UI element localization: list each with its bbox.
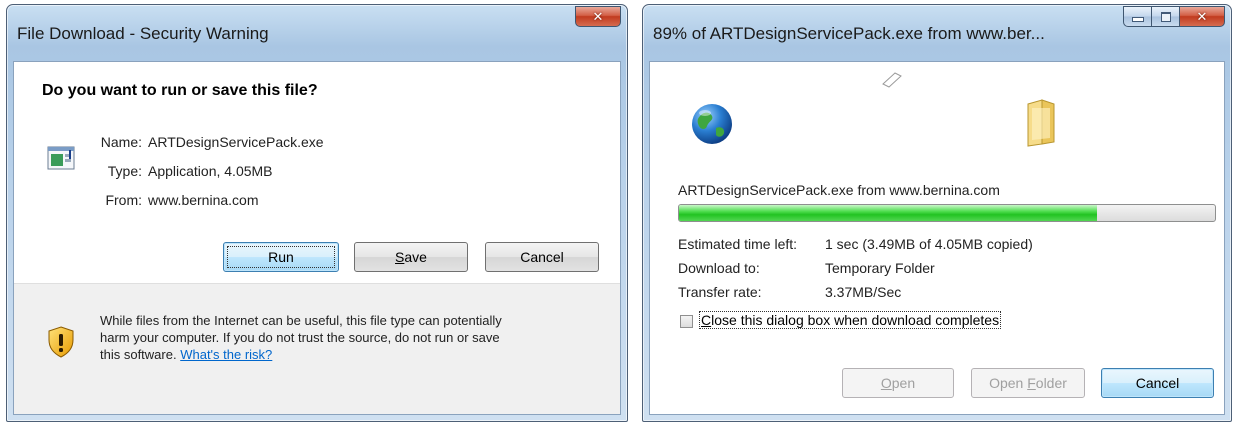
name-label: Name: [100,134,142,150]
whats-the-risk-link[interactable]: What's the risk? [180,347,272,362]
time-left-label: Estimated time left: [678,236,798,252]
flying-document-icon [882,72,902,88]
application-icon [47,146,75,170]
minimize-button[interactable] [1123,6,1151,27]
save-access-key: S [395,249,405,265]
maximize-icon [1160,11,1171,22]
close-icon: ✕ [592,8,604,24]
download-progress-bar [678,204,1216,222]
folder-icon [1027,99,1055,147]
type-label: Type: [107,163,142,179]
download-to-label: Download to: [678,260,760,276]
close-icon: ✕ [1196,8,1208,24]
shield-warning-icon [48,326,74,358]
open-folder-button[interactable]: Open Folder [971,368,1085,398]
warning-message: While files from the Internet can be use… [100,312,510,363]
title-bar[interactable]: 89% of ARTDesignServicePack.exe from www… [643,5,1231,61]
name-value: ARTDesignServicePack.exe [148,134,324,150]
open-access-key: O [880,375,892,391]
caption-buttons: ✕ [1123,6,1225,28]
download-to-value: Temporary Folder [825,260,935,276]
download-progress-window: 89% of ARTDesignServicePack.exe from www… [642,4,1232,422]
progress-fill [679,205,1098,221]
close-button[interactable]: ✕ [575,6,621,27]
title-bar[interactable]: File Download - Security Warning ✕ [7,5,627,61]
open-folder-rest: older [1035,375,1067,391]
warning-area: While files from the Internet can be use… [14,283,620,414]
transfer-rate-value: 3.37MB/Sec [825,284,902,300]
transfer-rate-row: Transfer rate: 3.37MB/Sec [678,284,901,300]
dialog-body: ARTDesignServicePack.exe from www.bernin… [649,61,1225,415]
open-folder-access-key: F [1027,375,1036,391]
open-button[interactable]: Open [842,368,954,398]
security-warning-window: File Download - Security Warning ✕ Do yo… [6,4,628,422]
close-button[interactable]: ✕ [1179,6,1225,27]
time-left-row: Estimated time left: 1 sec (3.49MB of 4.… [678,236,1033,252]
open-label-rest: pen [891,375,916,391]
from-value: www.bernina.com [148,192,259,208]
save-label-rest: ave [404,249,427,265]
window-title: 89% of ARTDesignServicePack.exe from www… [653,24,1045,43]
download-to-row: Download to: Temporary Folder [678,260,935,276]
minimize-icon [1131,17,1144,22]
dialog-body: Do you want to run or save this file? Na… [13,61,621,415]
globe-icon [692,104,732,144]
type-value: Application, 4.05MB [148,163,273,179]
run-button[interactable]: Run [223,242,339,272]
warning-text: While files from the Internet can be use… [100,313,502,362]
question-heading: Do you want to run or save this file? [42,82,318,99]
close-when-done-label[interactable]: Close this dialog box when download comp… [698,311,1002,329]
cancel-download-button[interactable]: Cancel [1101,368,1214,398]
close-label-rest: lose this dialog box when download compl… [711,312,1000,328]
cancel-button[interactable]: Cancel [485,242,599,272]
transfer-rate-label: Transfer rate: [678,284,762,300]
close-access-key: C [701,312,712,328]
time-left-value: 1 sec (3.49MB of 4.05MB copied) [825,236,1033,252]
open-folder-prefix: Open [989,375,1028,391]
close-when-done-checkbox[interactable] [680,315,693,328]
save-button[interactable]: Save [354,242,468,272]
maximize-button[interactable] [1151,6,1179,27]
download-source-line: ARTDesignServicePack.exe from www.bernin… [678,182,1000,198]
window-title: File Download - Security Warning [17,24,269,43]
caption-buttons: ✕ [575,6,621,28]
from-label: From: [105,192,142,208]
